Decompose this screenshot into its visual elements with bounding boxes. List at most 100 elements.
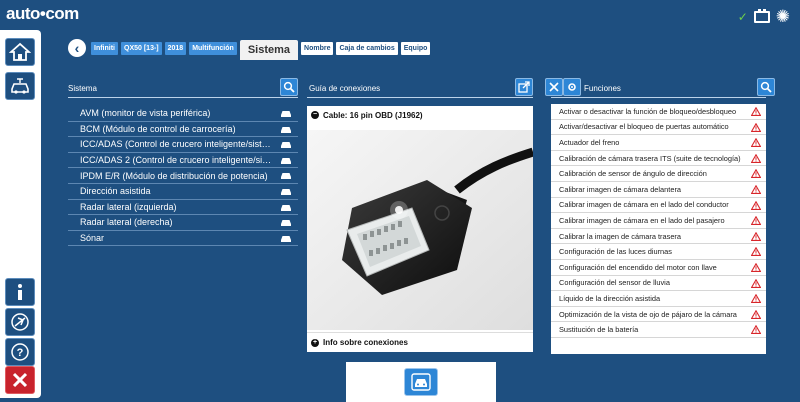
breadcrumb-category[interactable]: Multifunción (189, 41, 237, 55)
close-icon (12, 372, 28, 388)
left-sidebar: ? (0, 30, 41, 398)
system-list: AVM (monitor de vista periférica) BCM (M… (68, 106, 298, 247)
cable-label: Cable: 16 pin OBD (J1962) (323, 110, 423, 120)
vehicle-diagnostics-button[interactable] (5, 72, 35, 100)
help-icon: ? (11, 343, 29, 361)
functions-tools-button[interactable] (545, 78, 563, 96)
connection-info-header[interactable]: + Info sobre conexiones (307, 332, 533, 352)
breadcrumb-year[interactable]: 2018 (164, 41, 187, 55)
home-button[interactable] (5, 38, 35, 66)
function-item[interactable]: Calibrar imagen de cámara en el lado del… (551, 198, 766, 214)
top-bar: auto•com ✓ ✺ (0, 0, 800, 28)
function-item[interactable]: Calibración de sensor de ángulo de direc… (551, 166, 766, 182)
function-item[interactable]: Calibrar imagen de cámara en el lado del… (551, 213, 766, 229)
expand-plus-icon: + (311, 338, 319, 347)
bottom-action-area (346, 362, 496, 402)
warning-icon (751, 247, 761, 257)
system-item-bcm[interactable]: BCM (Módulo de control de carrocería) (68, 122, 298, 138)
warning-icon (751, 107, 761, 116)
system-item-power-steering[interactable]: Dirección asistida (68, 184, 298, 200)
function-item[interactable]: Configuración del encendido del motor co… (551, 260, 766, 276)
connect-vehicle-button[interactable] (404, 368, 438, 396)
connection-guide-panel: − Cable: 16 pin OBD (J1962) + Info sobre… (307, 106, 533, 352)
connection-panel-title: Guía de conexiones (309, 84, 381, 93)
functions-list: Activar o desactivar la función de bloqu… (551, 104, 766, 338)
battery-icon (753, 8, 770, 23)
functions-filter-button[interactable] (563, 78, 581, 96)
airplane-icon (11, 313, 29, 331)
connection-panel-divider (307, 97, 533, 98)
warning-icon (751, 122, 761, 132)
home-icon (9, 42, 31, 61)
warning-icon (751, 325, 761, 335)
settings-gear-icon[interactable]: ✺ (776, 8, 790, 25)
system-item-ipdm[interactable]: IPDM E/R (Módulo de distribución de pote… (68, 168, 298, 184)
system-item-sonar[interactable]: Sónar (68, 231, 298, 247)
breadcrumb: ‹ Infiniti QX50 [13-] 2018 Multifunción … (68, 38, 431, 60)
flight-mode-button[interactable] (5, 308, 35, 336)
function-item[interactable]: Activar o desactivar la función de bloqu… (551, 104, 766, 120)
system-panel-title: Sistema (68, 84, 97, 93)
car-icon (281, 157, 291, 164)
warning-icon (751, 169, 761, 179)
car-icon (281, 235, 291, 242)
car-icon (281, 142, 291, 149)
search-icon (760, 81, 772, 93)
help-button[interactable]: ? (5, 338, 35, 366)
search-icon (283, 81, 295, 93)
connection-ok-icon: ✓ (737, 9, 748, 24)
breadcrumb-model[interactable]: QX50 [13-] (121, 41, 162, 55)
car-icon (281, 111, 291, 117)
cable-header[interactable]: − Cable: 16 pin OBD (J1962) (307, 106, 533, 124)
function-item[interactable]: Activar/desactivar el bloqueo de puertas… (551, 120, 766, 136)
chevron-left-icon: ‹ (74, 40, 80, 56)
info-button[interactable] (5, 278, 35, 306)
warning-icon (751, 200, 761, 210)
system-item-radar-right[interactable]: Radar lateral (derecha) (68, 215, 298, 231)
car-front-icon (411, 373, 431, 391)
function-item[interactable]: Sustitución de la batería (551, 322, 766, 338)
warning-icon (751, 138, 761, 148)
function-item[interactable]: Configuración del sensor de lluvia (551, 276, 766, 292)
warning-icon (751, 294, 761, 304)
car-icon (281, 188, 291, 195)
function-item[interactable]: Configuración de las luces diurnas (551, 244, 766, 260)
function-item[interactable]: Líquido de la dirección asistida (551, 291, 766, 307)
breadcrumb-brand[interactable]: Infiniti (91, 41, 118, 55)
back-button[interactable]: ‹ (68, 39, 86, 57)
functions-search-button[interactable] (757, 78, 775, 96)
svg-text:?: ? (17, 347, 24, 359)
function-item[interactable]: Optimización de la vista de ojo de pájar… (551, 307, 766, 323)
warning-icon (751, 184, 761, 194)
info-icon (18, 284, 22, 300)
system-panel-divider (68, 97, 298, 98)
connection-info-label: Info sobre conexiones (323, 338, 408, 347)
warning-icon (751, 231, 761, 241)
obd-connector-illustration (307, 130, 533, 330)
system-item-avm[interactable]: AVM (monitor de vista periférica) (68, 106, 298, 122)
status-icons: ✓ ✺ (738, 8, 790, 25)
app-logo: auto•com (6, 4, 79, 23)
car-icon (281, 204, 291, 211)
warning-icon (751, 153, 761, 163)
function-item[interactable]: Calibrar imagen de cámara delantera (551, 182, 766, 198)
system-item-radar-left[interactable]: Radar lateral (izquierda) (68, 200, 298, 216)
warning-icon (751, 309, 761, 319)
function-item[interactable]: Calibración de cámara trasera ITS (suite… (551, 151, 766, 167)
warning-icon (751, 216, 761, 226)
warning-icon (751, 278, 761, 288)
gear-icon (568, 83, 576, 91)
function-item[interactable]: Calibrar la imagen de cámara trasera (551, 229, 766, 245)
tab-gearbox[interactable]: Caja de cambios (336, 41, 398, 55)
system-item-icc-adas-2[interactable]: ICC/ADAS 2 (Control de crucero inteligen… (68, 153, 298, 169)
system-item-icc-adas[interactable]: ICC/ADAS (Control de crucero inteligente… (68, 137, 298, 153)
tab-equipment[interactable]: Equipo (400, 41, 431, 55)
car-icon (281, 173, 291, 180)
system-search-button[interactable] (280, 78, 298, 96)
tools-icon (549, 82, 559, 92)
exit-button[interactable] (5, 366, 35, 394)
function-item[interactable]: Actuador del freno (551, 135, 766, 151)
tab-name[interactable]: Nombre (301, 41, 334, 55)
functions-panel-title: Funciones (584, 84, 621, 93)
connection-open-button[interactable] (515, 78, 533, 96)
